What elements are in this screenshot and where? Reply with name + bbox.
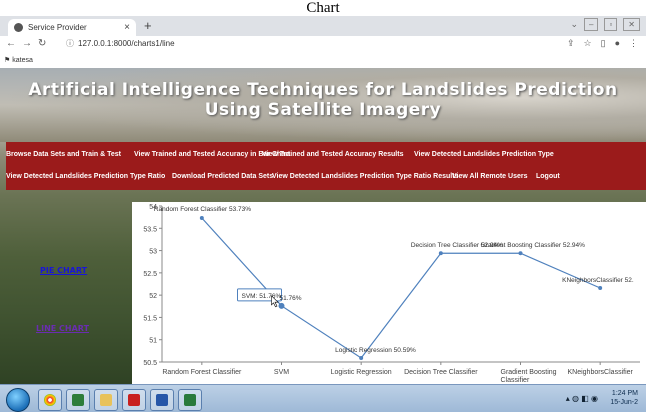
minimize-button[interactable]: – xyxy=(584,18,599,31)
chart-tooltip-text: SVM: 51.76% xyxy=(242,293,282,300)
series-line xyxy=(201,217,601,359)
menu-accuracy-results[interactable]: View Trained and Tested Accuracy Results xyxy=(262,150,403,160)
x-tick-label: SVM xyxy=(274,369,289,376)
line-chart-link[interactable]: LINE CHART xyxy=(36,324,89,333)
close-window-button[interactable]: ✕ xyxy=(623,18,640,31)
maximize-button[interactable]: ▫ xyxy=(604,18,618,31)
data-label: Gradient Boosting Classifier 52.94% xyxy=(481,242,586,249)
site-info-icon[interactable]: ⓘ xyxy=(66,39,74,48)
bookmark-star-icon[interactable]: ☆ xyxy=(584,38,592,49)
explorer-taskbar-icon[interactable] xyxy=(150,389,174,411)
bookmark-label: katesa xyxy=(12,57,33,64)
y-tick-label: 52 xyxy=(149,293,157,300)
menu-browse-datasets[interactable]: Browse Data Sets and Train & Test xyxy=(6,150,121,160)
reload-icon[interactable]: ↻ xyxy=(38,38,46,49)
line-chart: 5453.55352.55251.55150.5Random Forest Cl… xyxy=(143,204,640,384)
x-tick-label: Gradient Boosting Classifier xyxy=(501,369,557,384)
url-text: 127.0.0.1:8000/charts1/line xyxy=(78,39,175,48)
tab-title: Service Provider xyxy=(28,23,87,32)
address-bar: ← → ↻ ⓘ 127.0.0.1:8000/charts1/line ⇪ ☆ ▯… xyxy=(0,36,646,55)
x-tick-label: Random Forest Classifier xyxy=(162,369,242,376)
y-tick-label: 53.5 xyxy=(143,226,157,233)
hero-banner: Artificial Intelligence Techniques for L… xyxy=(0,68,646,142)
folder-taskbar-icon[interactable] xyxy=(94,389,118,411)
menu-prediction-ratio[interactable]: View Detected Landslides Prediction Type… xyxy=(6,172,165,182)
clock[interactable]: 1:24 PM 15-Jun-2 xyxy=(610,389,638,407)
share-icon[interactable]: ⇪ xyxy=(567,38,575,49)
menu-prediction-type[interactable]: View Detected Landslides Prediction Type xyxy=(414,150,554,160)
menu-icon[interactable]: ⋮ xyxy=(629,38,638,49)
url-field[interactable]: ⓘ 127.0.0.1:8000/charts1/line xyxy=(66,37,175,51)
x-tick-label: Logistic Regression xyxy=(331,369,392,376)
x-tick-label: KNeighborsClassifier xyxy=(567,369,633,376)
tab-bar: Service Provider × + ⌄ – ▫ ✕ xyxy=(0,16,646,36)
page-content: Artificial Intelligence Techniques for L… xyxy=(0,68,646,384)
app-taskbar-icon[interactable] xyxy=(66,389,90,411)
browser-window: Service Provider × + ⌄ – ▫ ✕ ← → ↻ ⓘ 127.… xyxy=(0,16,646,412)
pdf-taskbar-icon[interactable] xyxy=(122,389,146,411)
x-tick-label: Decision Tree Classifier xyxy=(404,369,478,376)
data-label: Random Forest Classifier 53.73% xyxy=(154,206,251,213)
start-button[interactable] xyxy=(6,388,30,412)
y-tick-label: 51.5 xyxy=(143,315,157,322)
browser-tab[interactable]: Service Provider × xyxy=(8,19,136,36)
data-point xyxy=(438,251,443,256)
taskbar: ▴ ◍ ◧ ◉ 1:24 PM 15-Jun-2 xyxy=(0,384,646,412)
clock-time: 1:24 PM xyxy=(611,390,638,397)
menu-download-data[interactable]: Download Predicted Data Sets xyxy=(172,172,273,182)
data-label: Logistic Regression 50.59% xyxy=(335,347,416,354)
menu-remote-users[interactable]: View All Remote Users xyxy=(452,172,527,182)
y-tick-label: 53 xyxy=(149,249,157,256)
back-icon[interactable]: ← xyxy=(6,38,16,49)
menu-ratio-results[interactable]: View Detected Landslides Prediction Type… xyxy=(272,172,458,182)
bookmark-item[interactable]: ⚑ katesa xyxy=(4,54,33,68)
excel-taskbar-icon[interactable] xyxy=(178,389,202,411)
main-menu: Browse Data Sets and Train & Test View T… xyxy=(6,142,646,190)
pie-chart-link[interactable]: PIE CHART xyxy=(40,266,87,275)
favicon-icon xyxy=(14,23,23,32)
menu-logout[interactable]: Logout xyxy=(536,172,560,182)
toolbar-icons: ⇪ ☆ ▯ ● ⋮ xyxy=(567,38,638,49)
data-point xyxy=(359,355,364,360)
site-title: Artificial Intelligence Techniques for L… xyxy=(28,80,618,120)
clock-date: 15-Jun-2 xyxy=(610,399,638,406)
data-label: KNeighborsClassifier 52. xyxy=(562,277,634,284)
y-tick-label: 50.5 xyxy=(143,360,157,367)
tab-search-icon[interactable]: ⌄ xyxy=(570,19,578,30)
chrome-taskbar-icon[interactable] xyxy=(38,389,62,411)
tray-icons[interactable]: ▴ ◍ ◧ ◉ xyxy=(566,394,598,403)
page-caption: Chart xyxy=(0,0,646,16)
sidepanel-icon[interactable]: ▯ xyxy=(601,38,606,49)
data-point xyxy=(199,216,204,221)
tab-close-icon[interactable]: × xyxy=(124,19,130,36)
data-point xyxy=(278,302,285,309)
chart-panel: 54 53.5 53 52.5 52 51.5 51 50.5 Random Forest Cl… xyxy=(132,202,646,384)
bookmarks-bar: ⚑ katesa xyxy=(0,54,646,69)
forward-icon[interactable]: → xyxy=(22,38,32,49)
data-label: 51.76% xyxy=(280,295,302,302)
profile-icon[interactable]: ● xyxy=(615,38,620,49)
y-tick-label: 52.5 xyxy=(143,271,157,278)
data-point xyxy=(598,286,603,291)
y-tick-label: 51 xyxy=(149,338,157,345)
new-tab-button[interactable]: + xyxy=(144,18,152,34)
window-controls: ⌄ – ▫ ✕ xyxy=(570,18,640,31)
data-point xyxy=(518,251,523,256)
